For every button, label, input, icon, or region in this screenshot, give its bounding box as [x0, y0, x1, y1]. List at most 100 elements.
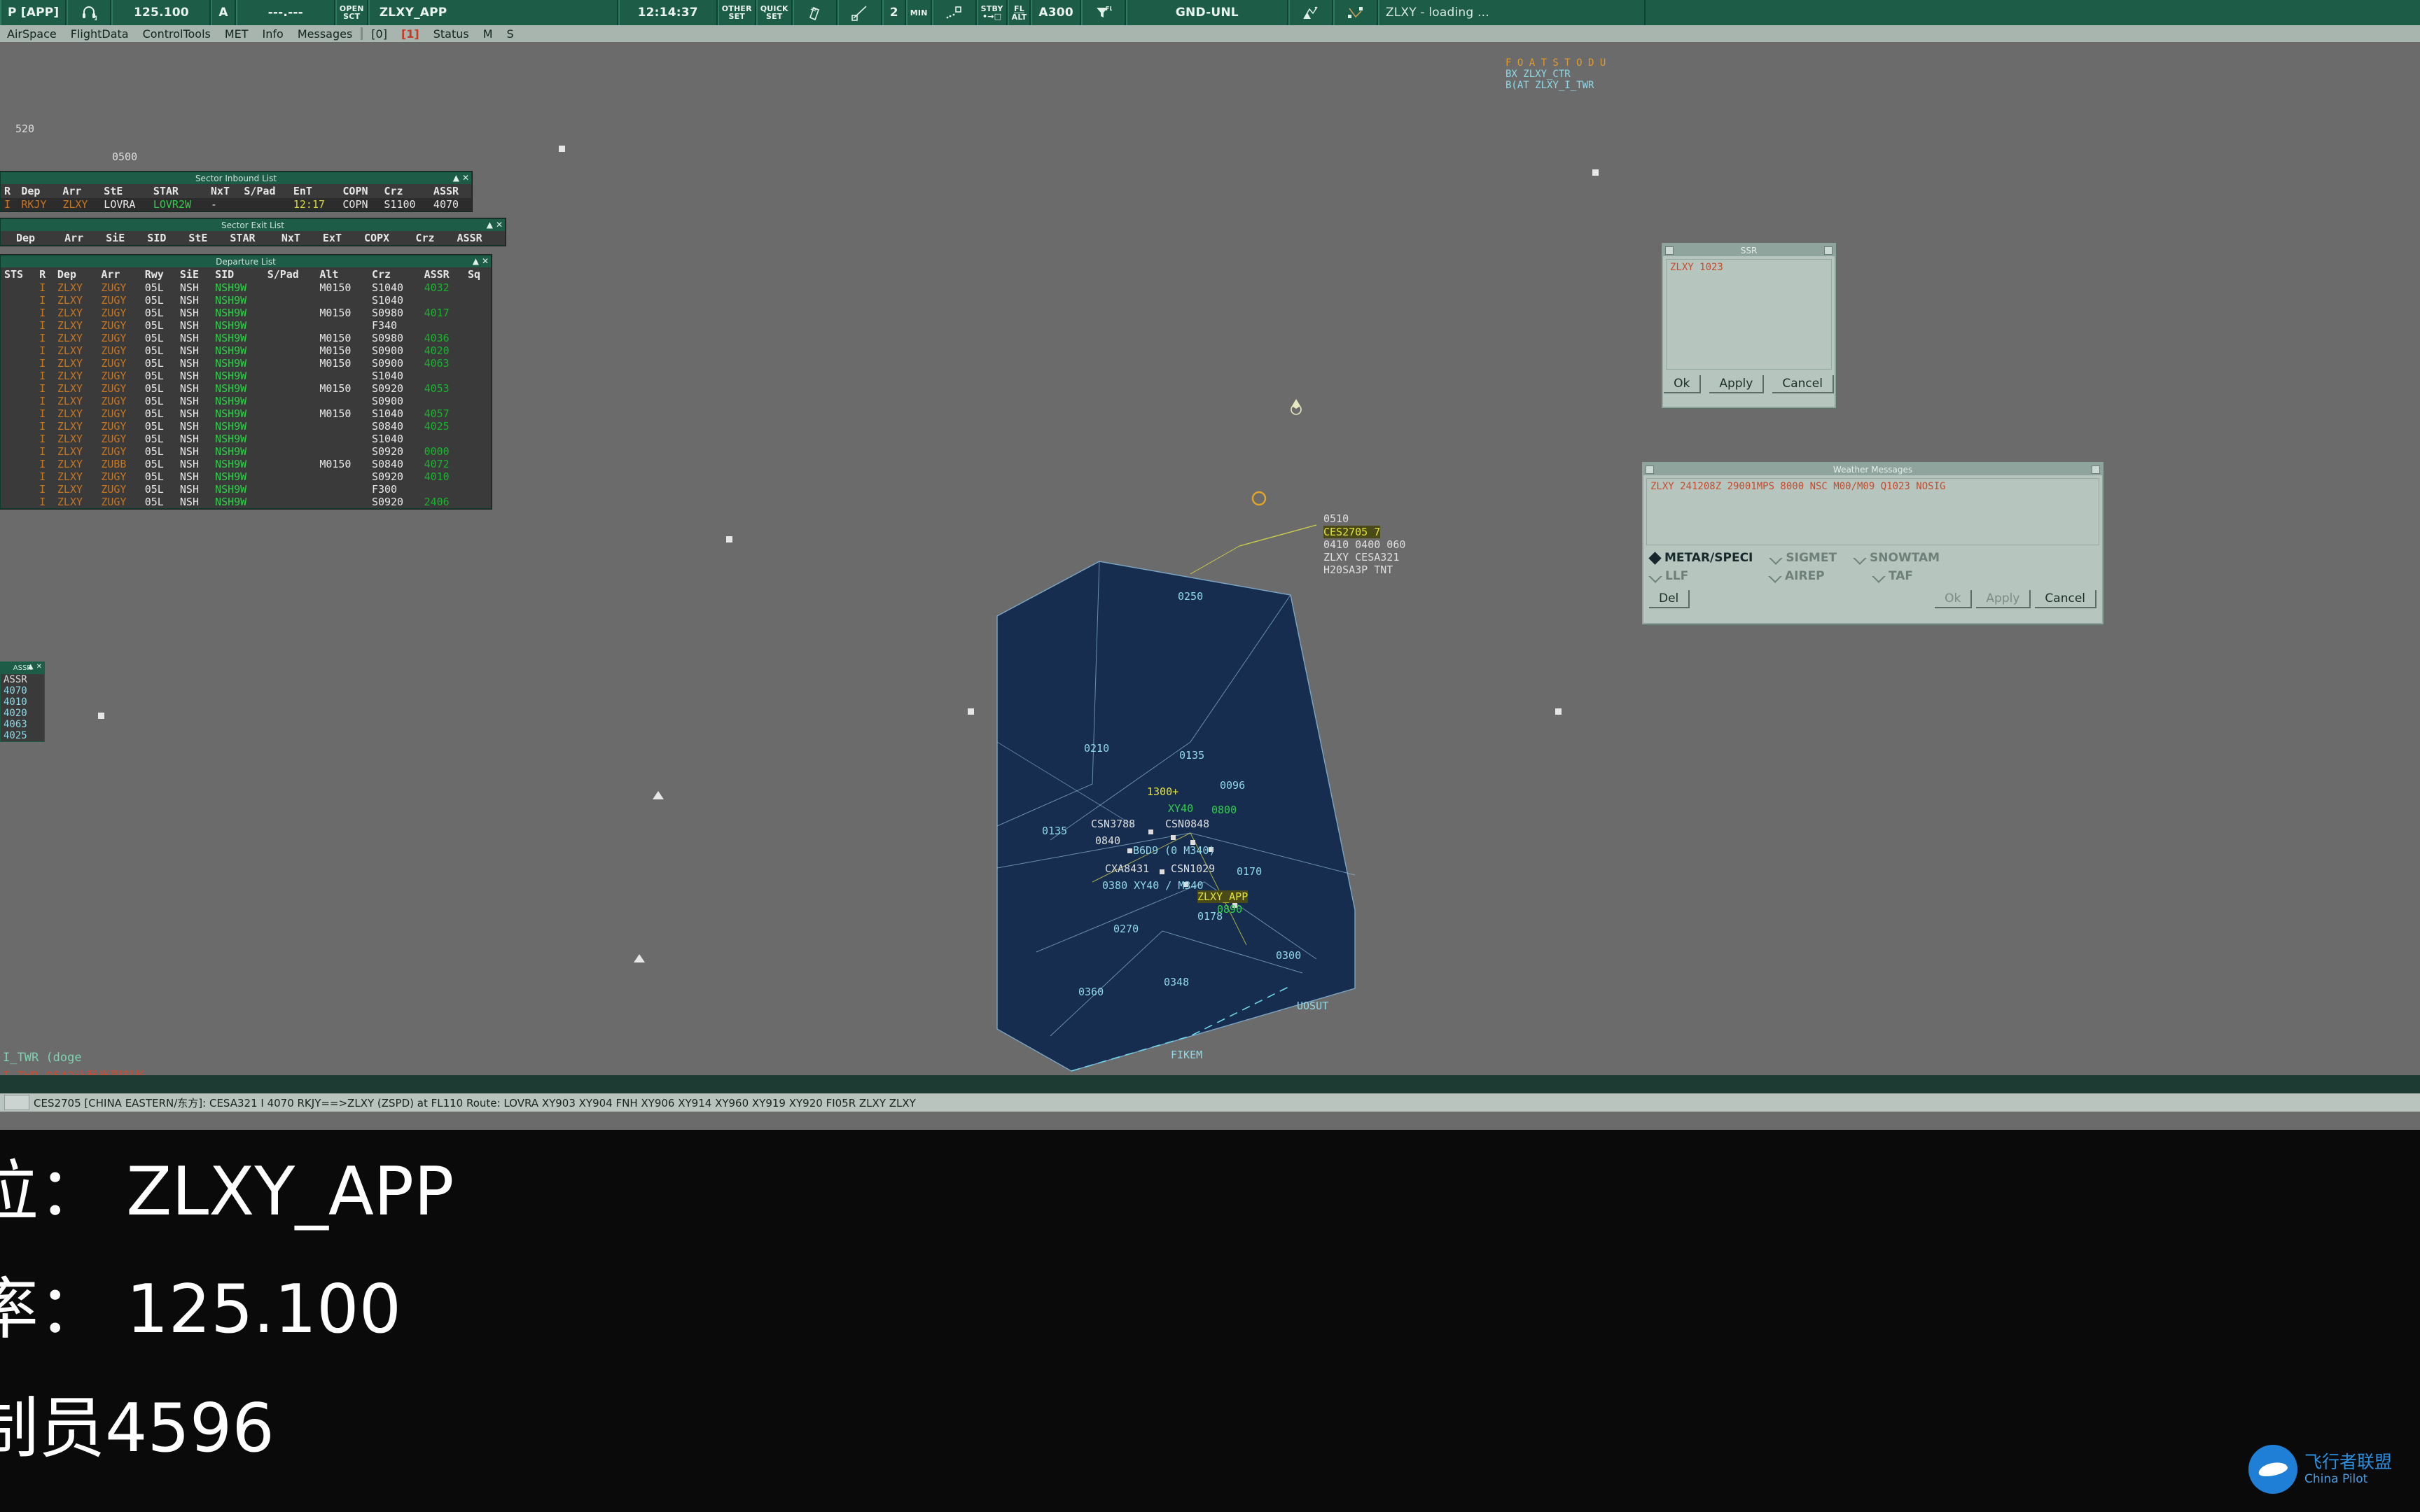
altitude-filter-range[interactable]: GND-UNL [1125, 0, 1288, 25]
close-icon[interactable]: ✕ [482, 256, 489, 266]
quick-set-button[interactable]: QUICK SET [756, 0, 793, 25]
ssr-dialog[interactable]: SSR ZLXY 1023 Ok Apply Cancel [1662, 243, 1836, 408]
funnel-fl-icon[interactable]: FL [1080, 0, 1126, 25]
weather-messages-dialog[interactable]: Weather Messages ZLXY 241208Z 29001MPS 8… [1642, 462, 2103, 624]
headset-icon[interactable]: 1 [67, 0, 112, 25]
collapse-icon[interactable]: ▲ [473, 256, 479, 266]
open-sct-button[interactable]: OPEN SCT [335, 0, 368, 25]
cluster-label-zlxy-app[interactable]: ZLXY_APP [1197, 890, 1249, 903]
table-row[interactable]: I ZLXY ZUGY 05L NSH NSH9W S0900 [1, 395, 491, 407]
menu-item-status[interactable]: Status [426, 27, 476, 41]
ssr-dialog-text[interactable]: ZLXY 1023 [1666, 259, 1832, 370]
table-row[interactable]: I ZLXY ZUGY 05L NSH NSH9W S0920 4010 [1, 470, 491, 483]
system-menu-icon[interactable] [1665, 246, 1674, 255]
menu-item-slot-0[interactable]: [0] [364, 27, 394, 41]
vector-map-icon[interactable] [1288, 0, 1333, 25]
route-map-icon[interactable] [1333, 0, 1378, 25]
menu-item-controltools[interactable]: ControlTools [136, 27, 218, 41]
cluster-label-b6d9[interactable]: B6D9 (0 M340) [1133, 844, 1215, 857]
option-snowtam[interactable]: SNOWTAM [1853, 551, 1940, 565]
cluster-label-cxa8431[interactable]: CXA8431 [1105, 862, 1149, 875]
assr-value[interactable]: 4010 [4, 696, 41, 708]
table-row[interactable]: I ZLXY ZUGY 05L NSH NSH9W S0920 0000 [1, 445, 491, 458]
close-icon[interactable]: ✕ [462, 173, 469, 183]
position-tag[interactable]: P [APP] [0, 0, 67, 25]
del-button[interactable]: Del [1649, 590, 1690, 608]
cluster-label-0840[interactable]: 0840 [1095, 834, 1120, 847]
frequency-display[interactable]: 125.100 [111, 0, 211, 25]
radar-display[interactable]: 520 0500 0250 0210 0135 0135 0096 0170 0… [0, 42, 2420, 1112]
table-row[interactable]: I ZLXY ZUGY 05L NSH NSH9W M0150 S0900 4020 [1, 344, 491, 357]
maximize-icon[interactable] [2092, 465, 2100, 474]
online-controllers-panel[interactable]: F O A T S T O D U BX ZLXY_CTR B(AT ZLXY_… [1505, 57, 1646, 91]
ssr-dialog-titlebar[interactable]: SSR [1663, 244, 1835, 256]
menu-item-m[interactable]: M [476, 27, 500, 41]
close-icon[interactable]: ✕ [496, 220, 503, 230]
menu-item-airspace[interactable]: AirSpace [0, 27, 64, 41]
cluster-label-csn0848[interactable]: CSN0848 [1165, 818, 1209, 830]
history-dots-icon[interactable] [931, 0, 977, 25]
secondary-frequency[interactable]: ---.--- [235, 0, 335, 25]
table-row[interactable]: I ZLXY ZUGY 05L NSH NSH9W M0150 S0900 4063 [1, 357, 491, 370]
menu-item-slot-1[interactable]: [1] [394, 27, 426, 41]
option-sigmet[interactable]: SIGMET [1769, 551, 1837, 565]
assr-value[interactable]: 4070 [4, 685, 41, 696]
departure-list-window[interactable]: Departure List ▲ ✕ STS R Dep Arr Rwy SiE… [0, 255, 492, 509]
table-row[interactable]: I ZLXY ZUGY 05L NSH NSH9W F300 [1, 483, 491, 496]
cluster-label-xy40[interactable]: XY40 [1168, 802, 1193, 815]
table-row[interactable]: I ZLXY ZUGY 05L NSH NSH9W M0150 S1040 4057 [1, 407, 491, 420]
ok-button[interactable]: Ok [1935, 590, 1973, 608]
apply-button[interactable]: Apply [1976, 590, 2031, 608]
assr-value[interactable]: 4020 [4, 708, 41, 719]
table-row[interactable]: I ZLXY ZUGY 05L NSH NSH9W M0150 S0920 4053 [1, 382, 491, 395]
brush-icon[interactable] [792, 0, 837, 25]
departure-list-titlebar[interactable]: Departure List ▲ ✕ [1, 255, 491, 267]
sector-exit-titlebar[interactable]: Sector Exit List ▲ ✕ [1, 219, 505, 231]
window-buttons[interactable]: ▲ ✕ [453, 173, 469, 183]
cluster-label-0380[interactable]: 0380 XY40 / M340 [1102, 879, 1204, 892]
table-row[interactable]: I ZLXY ZUGY 05L NSH NSH9W S1040 [1, 294, 491, 307]
option-taf[interactable]: TAF [1872, 569, 1913, 583]
stby-button[interactable]: STBY •→□ [976, 0, 1008, 25]
other-set-button[interactable]: OTHER SET [717, 0, 756, 25]
window-buttons[interactable]: ▲ ✕ [28, 663, 42, 671]
assr-value[interactable]: 4025 [4, 730, 41, 741]
assr-mini-titlebar[interactable]: ASSR ▲ ✕ [1, 662, 44, 674]
system-menu-icon[interactable] [1646, 465, 1654, 474]
table-row[interactable]: I ZLXY ZUGY 05L NSH NSH9W F340 [1, 319, 491, 332]
collapse-icon[interactable]: ▲ [487, 220, 493, 230]
assr-mini-window[interactable]: ASSR ▲ ✕ ASSR 4070 4010 4020 4063 4025 [0, 662, 45, 742]
mode-letter[interactable]: A [211, 0, 236, 25]
separation-value[interactable]: 2 [882, 0, 906, 25]
cluster-label-0800[interactable]: 0800 [1211, 804, 1237, 816]
collapse-icon[interactable]: ▲ [28, 663, 34, 671]
maximize-icon[interactable] [1824, 246, 1833, 255]
status-chip[interactable] [4, 1095, 29, 1110]
window-buttons[interactable]: ▲ ✕ [473, 256, 489, 266]
menu-item-info[interactable]: Info [256, 27, 291, 41]
callsign-display[interactable]: ZLXY_APP [368, 0, 618, 25]
weather-metar-text[interactable]: ZLXY 241208Z 29001MPS 8000 NSC M00/M09 Q… [1646, 478, 2099, 545]
leader-line-icon[interactable] [837, 0, 882, 25]
sector-exit-window[interactable]: Sector Exit List ▲ ✕ Dep Arr SiE SID StE… [0, 218, 506, 246]
close-icon[interactable]: ✕ [36, 663, 42, 671]
fl-alt-toggle[interactable]: FL ALT [1007, 0, 1031, 25]
table-row[interactable]: I ZLXY ZUGY 05L NSH NSH9W S0840 4025 [1, 420, 491, 433]
window-buttons[interactable]: ▲ ✕ [487, 220, 503, 230]
table-row[interactable]: I RKJY ZLXY LOVRA LOVR2W - 12:17 COPN S1… [1, 198, 471, 211]
apply-button[interactable]: Apply [1709, 375, 1765, 393]
menu-item-flightdata[interactable]: FlightData [64, 27, 136, 41]
ok-button[interactable]: Ok [1664, 375, 1702, 393]
menu-item-s[interactable]: S [500, 27, 521, 41]
menu-item-messages[interactable]: Messages [291, 27, 359, 41]
cluster-label-csn3788[interactable]: CSN3788 [1091, 818, 1135, 830]
cancel-button[interactable]: Cancel [1772, 375, 1834, 393]
cluster-label-1300[interactable]: 1300+ [1147, 785, 1178, 798]
cluster-label-0890[interactable]: 0890 [1217, 903, 1242, 916]
target-datablock-ces2705[interactable]: 0510 CES2705 7 0410 0400 060 ZLXY CESA32… [1323, 512, 1405, 576]
table-row[interactable]: I ZLXY ZUGY 05L NSH NSH9W S1040 [1, 433, 491, 445]
menu-item-met[interactable]: MET [218, 27, 256, 41]
min-label[interactable]: MIN [905, 0, 932, 25]
cancel-button[interactable]: Cancel [2035, 590, 2096, 608]
table-row[interactable]: I ZLXY ZUGY 05L NSH NSH9W M0150 S0980 4017 [1, 307, 491, 319]
